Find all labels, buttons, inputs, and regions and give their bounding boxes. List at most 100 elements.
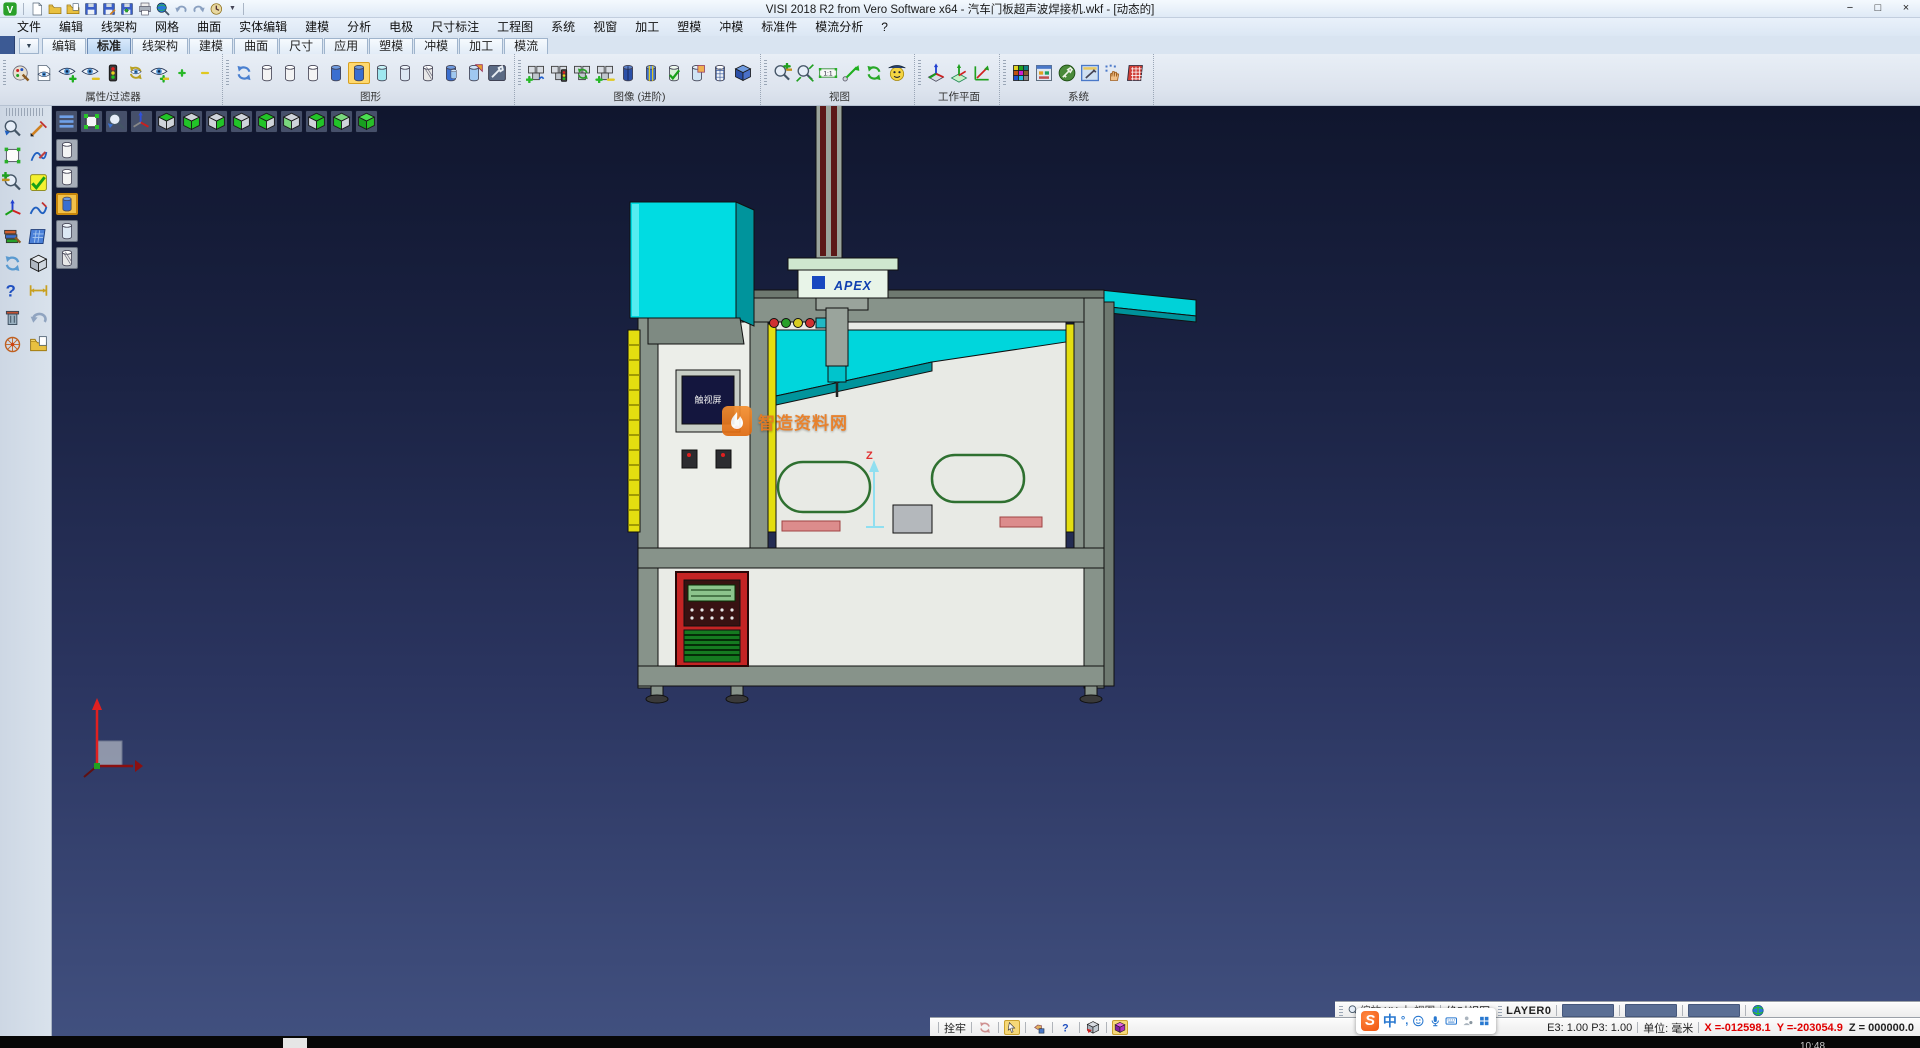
window-preview-icon[interactable] [1033, 62, 1055, 84]
menu-item-实体编辑[interactable]: 实体编辑 [230, 18, 296, 36]
skin-icon[interactable] [1462, 1014, 1475, 1028]
select-zoom-icon[interactable] [2, 118, 23, 139]
qat-options-icon[interactable]: ▼ [227, 5, 238, 12]
cubes-toggle-icon[interactable] [594, 62, 616, 84]
status-grip[interactable] [1339, 1006, 1343, 1016]
redo-icon[interactable] [191, 1, 207, 17]
menu-item-尺寸标注[interactable]: 尺寸标注 [422, 18, 488, 36]
status-slot-button[interactable] [1625, 1004, 1677, 1017]
cubes-refresh-icon[interactable] [571, 62, 593, 84]
panel-blue-icon[interactable] [28, 226, 49, 247]
cplane-entity-icon[interactable] [948, 62, 970, 84]
cube-iso-1-button[interactable] [305, 110, 328, 133]
menu-item-塑模[interactable]: 塑模 [668, 18, 710, 36]
layer-filter-4[interactable] [56, 247, 78, 269]
wcs-axes-icon[interactable] [2, 199, 23, 220]
spline-pen-icon[interactable] [28, 145, 49, 166]
refresh-blue-icon[interactable] [233, 62, 255, 84]
cylinder-check-icon[interactable] [663, 62, 685, 84]
status-grip[interactable] [1498, 1006, 1502, 1016]
dock-grip-handle[interactable] [6, 108, 45, 116]
close-button[interactable]: × [1892, 0, 1920, 17]
cube-bottom-button[interactable] [180, 110, 203, 133]
ime-menu-icon[interactable] [1478, 1014, 1491, 1028]
plus-green-icon[interactable] [171, 62, 193, 84]
menu-item-电极[interactable]: 电极 [380, 18, 422, 36]
tab-建模[interactable]: 建模 [189, 38, 233, 54]
menu-item-分析[interactable]: 分析 [338, 18, 380, 36]
preview-icon[interactable] [155, 1, 171, 17]
layer-manager-icon[interactable] [2, 226, 23, 247]
open-document-icon[interactable] [28, 334, 49, 355]
cylinder-blue-icon[interactable] [325, 62, 347, 84]
cubes-traffic-icon[interactable] [548, 62, 570, 84]
menu-item-编辑[interactable]: 编辑 [50, 18, 92, 36]
cube-left-button[interactable] [230, 110, 253, 133]
eye-remove-icon[interactable] [79, 62, 101, 84]
menu-item-网格[interactable]: 网格 [146, 18, 188, 36]
print-icon[interactable] [137, 1, 153, 17]
tab-编辑[interactable]: 编辑 [42, 38, 86, 54]
globe-icon[interactable] [1751, 1003, 1765, 1018]
cylinder-outline-icon[interactable] [256, 62, 278, 84]
menu-item-系统[interactable]: 系统 [542, 18, 584, 36]
shade-face-icon[interactable] [886, 62, 908, 84]
zoom-one-to-one-icon[interactable]: 1:1 [817, 62, 839, 84]
status-help-icon[interactable]: ? [1058, 1020, 1074, 1035]
menu-item-文件[interactable]: 文件 [8, 18, 50, 36]
view-axes-button[interactable] [130, 110, 153, 133]
refresh-visibility-icon[interactable] [125, 62, 147, 84]
cylinder-blue-active-icon[interactable] [348, 62, 370, 84]
history-icon[interactable] [209, 1, 225, 17]
cube-iso-solid-button[interactable] [355, 110, 378, 133]
cube-front-button[interactable] [255, 110, 278, 133]
status-refresh-icon[interactable] [977, 1020, 993, 1035]
status-drop-icon[interactable] [1031, 1020, 1047, 1035]
ime-punctuation-toggle[interactable]: °, [1401, 1015, 1408, 1027]
cylinder-navy-icon[interactable] [617, 62, 639, 84]
save-as-icon[interactable] [101, 1, 117, 17]
layer-filter-2[interactable] [56, 193, 78, 215]
status-export-icon[interactable] [1085, 1020, 1101, 1035]
lock-label[interactable]: 拴牢 [944, 1020, 966, 1036]
keyboard-icon[interactable] [1445, 1014, 1458, 1028]
emoji-icon[interactable] [1412, 1014, 1425, 1028]
page-eye-icon[interactable] [33, 62, 55, 84]
layer-filter-0[interactable] [56, 139, 78, 161]
window-settings-icon[interactable] [1079, 62, 1101, 84]
eye-add-icon[interactable] [56, 62, 78, 84]
refresh-regen-icon[interactable] [863, 62, 885, 84]
fit-window-icon[interactable] [2, 145, 23, 166]
freehand-curve-icon[interactable] [28, 199, 49, 220]
ime-language-toggle[interactable]: 中 [1383, 1011, 1397, 1031]
tab-加工[interactable]: 加工 [459, 38, 503, 54]
undo-icon[interactable] [173, 1, 189, 17]
import-file-icon[interactable] [65, 1, 81, 17]
cylinder-light-icon[interactable] [394, 62, 416, 84]
minimize-button[interactable]: − [1836, 0, 1864, 17]
menu-item-加工[interactable]: 加工 [626, 18, 668, 36]
delete-entity-icon[interactable] [2, 307, 23, 328]
tab-模流[interactable]: 模流 [504, 38, 548, 54]
tab-尺寸[interactable]: 尺寸 [279, 38, 323, 54]
shaded-cube-icon[interactable] [28, 253, 49, 274]
cylinder-group-icon[interactable] [440, 62, 462, 84]
cube-shaded-icon[interactable] [732, 62, 754, 84]
cplane-world-icon[interactable] [925, 62, 947, 84]
cylinder-outline-icon[interactable] [279, 62, 301, 84]
microphone-icon[interactable] [1429, 1014, 1442, 1028]
cubes-add-icon[interactable] [525, 62, 547, 84]
maximize-button[interactable]: □ [1864, 0, 1892, 17]
tab-塑模[interactable]: 塑模 [369, 38, 413, 54]
save-icon[interactable] [83, 1, 99, 17]
wrench-display-icon[interactable] [486, 62, 508, 84]
zoom-all-icon[interactable] [794, 62, 816, 84]
tab-应用[interactable]: 应用 [324, 38, 368, 54]
tab-标准[interactable]: 标准 [87, 38, 131, 54]
zoom-inout-icon[interactable] [2, 172, 23, 193]
zoom-window-icon[interactable] [771, 62, 793, 84]
cylinder-mesh-icon[interactable] [709, 62, 731, 84]
compass-cplane-icon[interactable] [2, 334, 23, 355]
new-file-icon[interactable] [29, 1, 45, 17]
cplane-view-icon[interactable] [971, 62, 993, 84]
